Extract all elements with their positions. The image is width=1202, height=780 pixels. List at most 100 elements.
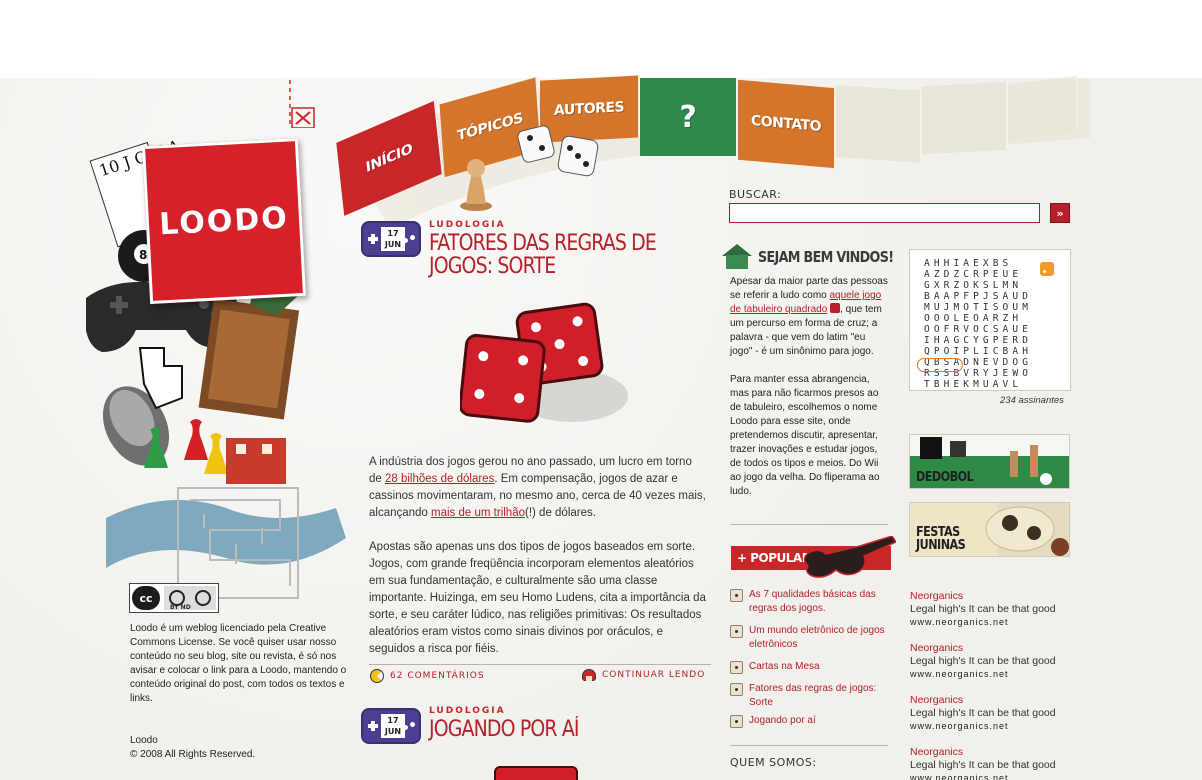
read-more-link[interactable]: CONTINUAR LENDO bbox=[582, 669, 705, 681]
quem-somos-heading: QUEM SOMOS: bbox=[730, 756, 817, 769]
popular-item[interactable]: Fatores das regras de jogos: Sorte bbox=[730, 682, 892, 714]
dpad-icon bbox=[368, 234, 378, 244]
buttons-icon bbox=[403, 235, 415, 243]
dpad-icon bbox=[368, 721, 378, 731]
ad-url[interactable]: www.neorganics.net bbox=[910, 772, 1080, 780]
post-category[interactable]: LUDOLOGIA bbox=[429, 220, 506, 230]
populares-list: As 7 qualidades básicas das regras dos j… bbox=[730, 588, 892, 736]
ad-item[interactable]: Neorganics Legal high's It can be that g… bbox=[910, 694, 1080, 746]
page: INÍCIO TÓPICOS AUTORES ? CONTATO 10 J Q … bbox=[0, 0, 1202, 780]
die-icon bbox=[730, 589, 743, 602]
sidebar-divider bbox=[730, 524, 888, 525]
popular-item[interactable]: Cartas na Mesa bbox=[730, 660, 892, 682]
loodo-logo[interactable]: LOODO bbox=[141, 138, 307, 304]
ad-text: Legal high's It can be that good bbox=[910, 603, 1056, 615]
post-date-badge: 17 JUN bbox=[361, 221, 421, 257]
post-link[interactable]: mais de um trilhão bbox=[431, 507, 525, 519]
red-dice-illustration bbox=[460, 302, 628, 423]
ads-list: Neorganics Legal high's It can be that g… bbox=[910, 590, 1080, 780]
ad-text: Legal high's It can be that good bbox=[910, 655, 1056, 667]
subscriber-count: 234 assinantes bbox=[1000, 395, 1064, 406]
ad-name[interactable]: Neorganics bbox=[910, 642, 1080, 655]
rss-icon[interactable] bbox=[1040, 262, 1054, 276]
creative-commons-badge[interactable]: cc BY ND bbox=[129, 583, 219, 613]
welcome-paragraph: Para manter essa abrangencia, mas para n… bbox=[730, 374, 880, 497]
nav-help-label: ? bbox=[679, 99, 697, 135]
date-screen: 17 JUN bbox=[381, 714, 405, 738]
mushroom-icon bbox=[582, 669, 596, 681]
ad-text: Legal high's It can be that good bbox=[910, 707, 1056, 719]
welcome-paragraph: Apesar da maior parte das pessoas se ref… bbox=[730, 275, 888, 359]
puzzle-piece-icon bbox=[830, 303, 841, 313]
cc-terms-label: BY ND bbox=[170, 604, 191, 611]
board-square bbox=[922, 81, 1008, 155]
footer: Loodo © 2008 All Rights Reserved. bbox=[130, 734, 255, 762]
nd-icon bbox=[195, 590, 211, 606]
house-icon bbox=[722, 244, 752, 270]
welcome-header: SEJAM BEM VINDOS! bbox=[722, 244, 917, 270]
post-category[interactable]: LUDOLOGIA bbox=[429, 706, 506, 716]
post-paragraph: Apostas são apenas uns dos tipos de jogo… bbox=[369, 541, 706, 655]
rss-highlight-ring bbox=[917, 358, 963, 372]
ad-name[interactable]: Neorganics bbox=[910, 694, 1080, 707]
search-input[interactable] bbox=[729, 203, 1040, 223]
date-screen: 17 JUN bbox=[381, 227, 405, 251]
ad-item[interactable]: Neorganics Legal high's It can be that g… bbox=[910, 590, 1080, 642]
die-icon bbox=[730, 683, 743, 696]
post-title[interactable]: FATORES DAS REGRAS DE JOGOS: SORTE bbox=[429, 231, 657, 278]
nav-help[interactable]: ? bbox=[640, 78, 738, 156]
post-text: (!) de dólares. bbox=[525, 507, 596, 519]
post-title[interactable]: JOGANDO POR AÍ bbox=[429, 718, 580, 741]
comments-link[interactable]: 62 COMENTÁRIOS bbox=[370, 669, 485, 683]
pawn-red-icon bbox=[184, 419, 208, 460]
nav-contato-label: CONTATO bbox=[750, 112, 822, 135]
search-label: BUSCAR: bbox=[729, 188, 782, 201]
puzzle-icon bbox=[106, 500, 346, 568]
ad-name[interactable]: Neorganics bbox=[910, 590, 1080, 603]
license-text: Loodo é um weblog licenciado pela Creati… bbox=[130, 623, 347, 704]
board-square bbox=[1008, 75, 1078, 141]
banner-dedobol[interactable]: DEDOBOL bbox=[909, 434, 1070, 489]
pacman-icon bbox=[370, 669, 384, 683]
banner-festas-juninas[interactable]: FESTAS JUNINAS bbox=[909, 502, 1070, 557]
popular-item[interactable]: As 7 qualidades básicas das regras dos j… bbox=[730, 588, 892, 624]
post-meta-divider bbox=[369, 664, 711, 665]
nav-contato[interactable]: CONTATO bbox=[738, 79, 836, 169]
popular-item-label: Fatores das regras de jogos: Sorte bbox=[749, 683, 877, 708]
post-title-line: FATORES DAS REGRAS DE bbox=[429, 231, 657, 256]
pawn-yellow-icon bbox=[204, 433, 228, 474]
post-link[interactable]: 28 bilhões de dólares bbox=[385, 473, 494, 485]
comments-count: 62 COMENTÁRIOS bbox=[390, 671, 485, 681]
dice-and-pawn-icon bbox=[460, 125, 599, 211]
ad-item[interactable]: Neorganics Legal high's It can be that g… bbox=[910, 746, 1080, 780]
die-icon bbox=[730, 625, 743, 638]
nav-inicio-label: INÍCIO bbox=[365, 140, 413, 177]
ad-name[interactable]: Neorganics bbox=[910, 746, 1080, 759]
post-month: JUN bbox=[384, 240, 402, 249]
welcome-text: Apesar da maior parte das pessoas se ref… bbox=[730, 275, 888, 513]
post-month: JUN bbox=[384, 727, 402, 736]
popular-item[interactable]: Um mundo eletrônico de jogos eletrônicos bbox=[730, 624, 892, 660]
footer-copyright: © 2008 All Rights Reserved. bbox=[130, 749, 256, 760]
popular-item[interactable]: Jogando por aí bbox=[730, 714, 892, 736]
post-paragraph: A indústria dos jogos gerou no ano passa… bbox=[369, 454, 707, 522]
post-day: 17 bbox=[387, 716, 399, 725]
ad-url[interactable]: www.neorganics.net bbox=[910, 668, 1080, 680]
guitar-icon bbox=[803, 536, 896, 578]
logo-text: LOODO bbox=[158, 200, 290, 242]
popular-item-label: Jogando por aí bbox=[749, 715, 816, 726]
welcome-title: SEJAM BEM VINDOS! bbox=[758, 248, 894, 266]
search-button[interactable]: » bbox=[1050, 203, 1070, 223]
cc-icon: cc bbox=[132, 586, 160, 610]
popular-item-label: Um mundo eletrônico de jogos eletrônicos bbox=[749, 625, 885, 650]
banner-label: FESTAS JUNINAS bbox=[916, 525, 966, 553]
post-body: A indústria dos jogos gerou no ano passa… bbox=[369, 454, 707, 675]
rss-wordsearch[interactable]: AHHIAEXBS AZDZCRPEUE GXRZOKSLMN BAAPFPJS… bbox=[909, 249, 1071, 391]
ad-url[interactable]: www.neorganics.net bbox=[910, 616, 1080, 628]
post-day: 17 bbox=[387, 229, 399, 238]
post-date-badge: 17 JUN bbox=[361, 708, 421, 744]
popular-item-label: Cartas na Mesa bbox=[749, 661, 820, 672]
ad-item[interactable]: Neorganics Legal high's It can be that g… bbox=[910, 642, 1080, 694]
ad-text: Legal high's It can be that good bbox=[910, 759, 1056, 771]
ad-url[interactable]: www.neorganics.net bbox=[910, 720, 1080, 732]
